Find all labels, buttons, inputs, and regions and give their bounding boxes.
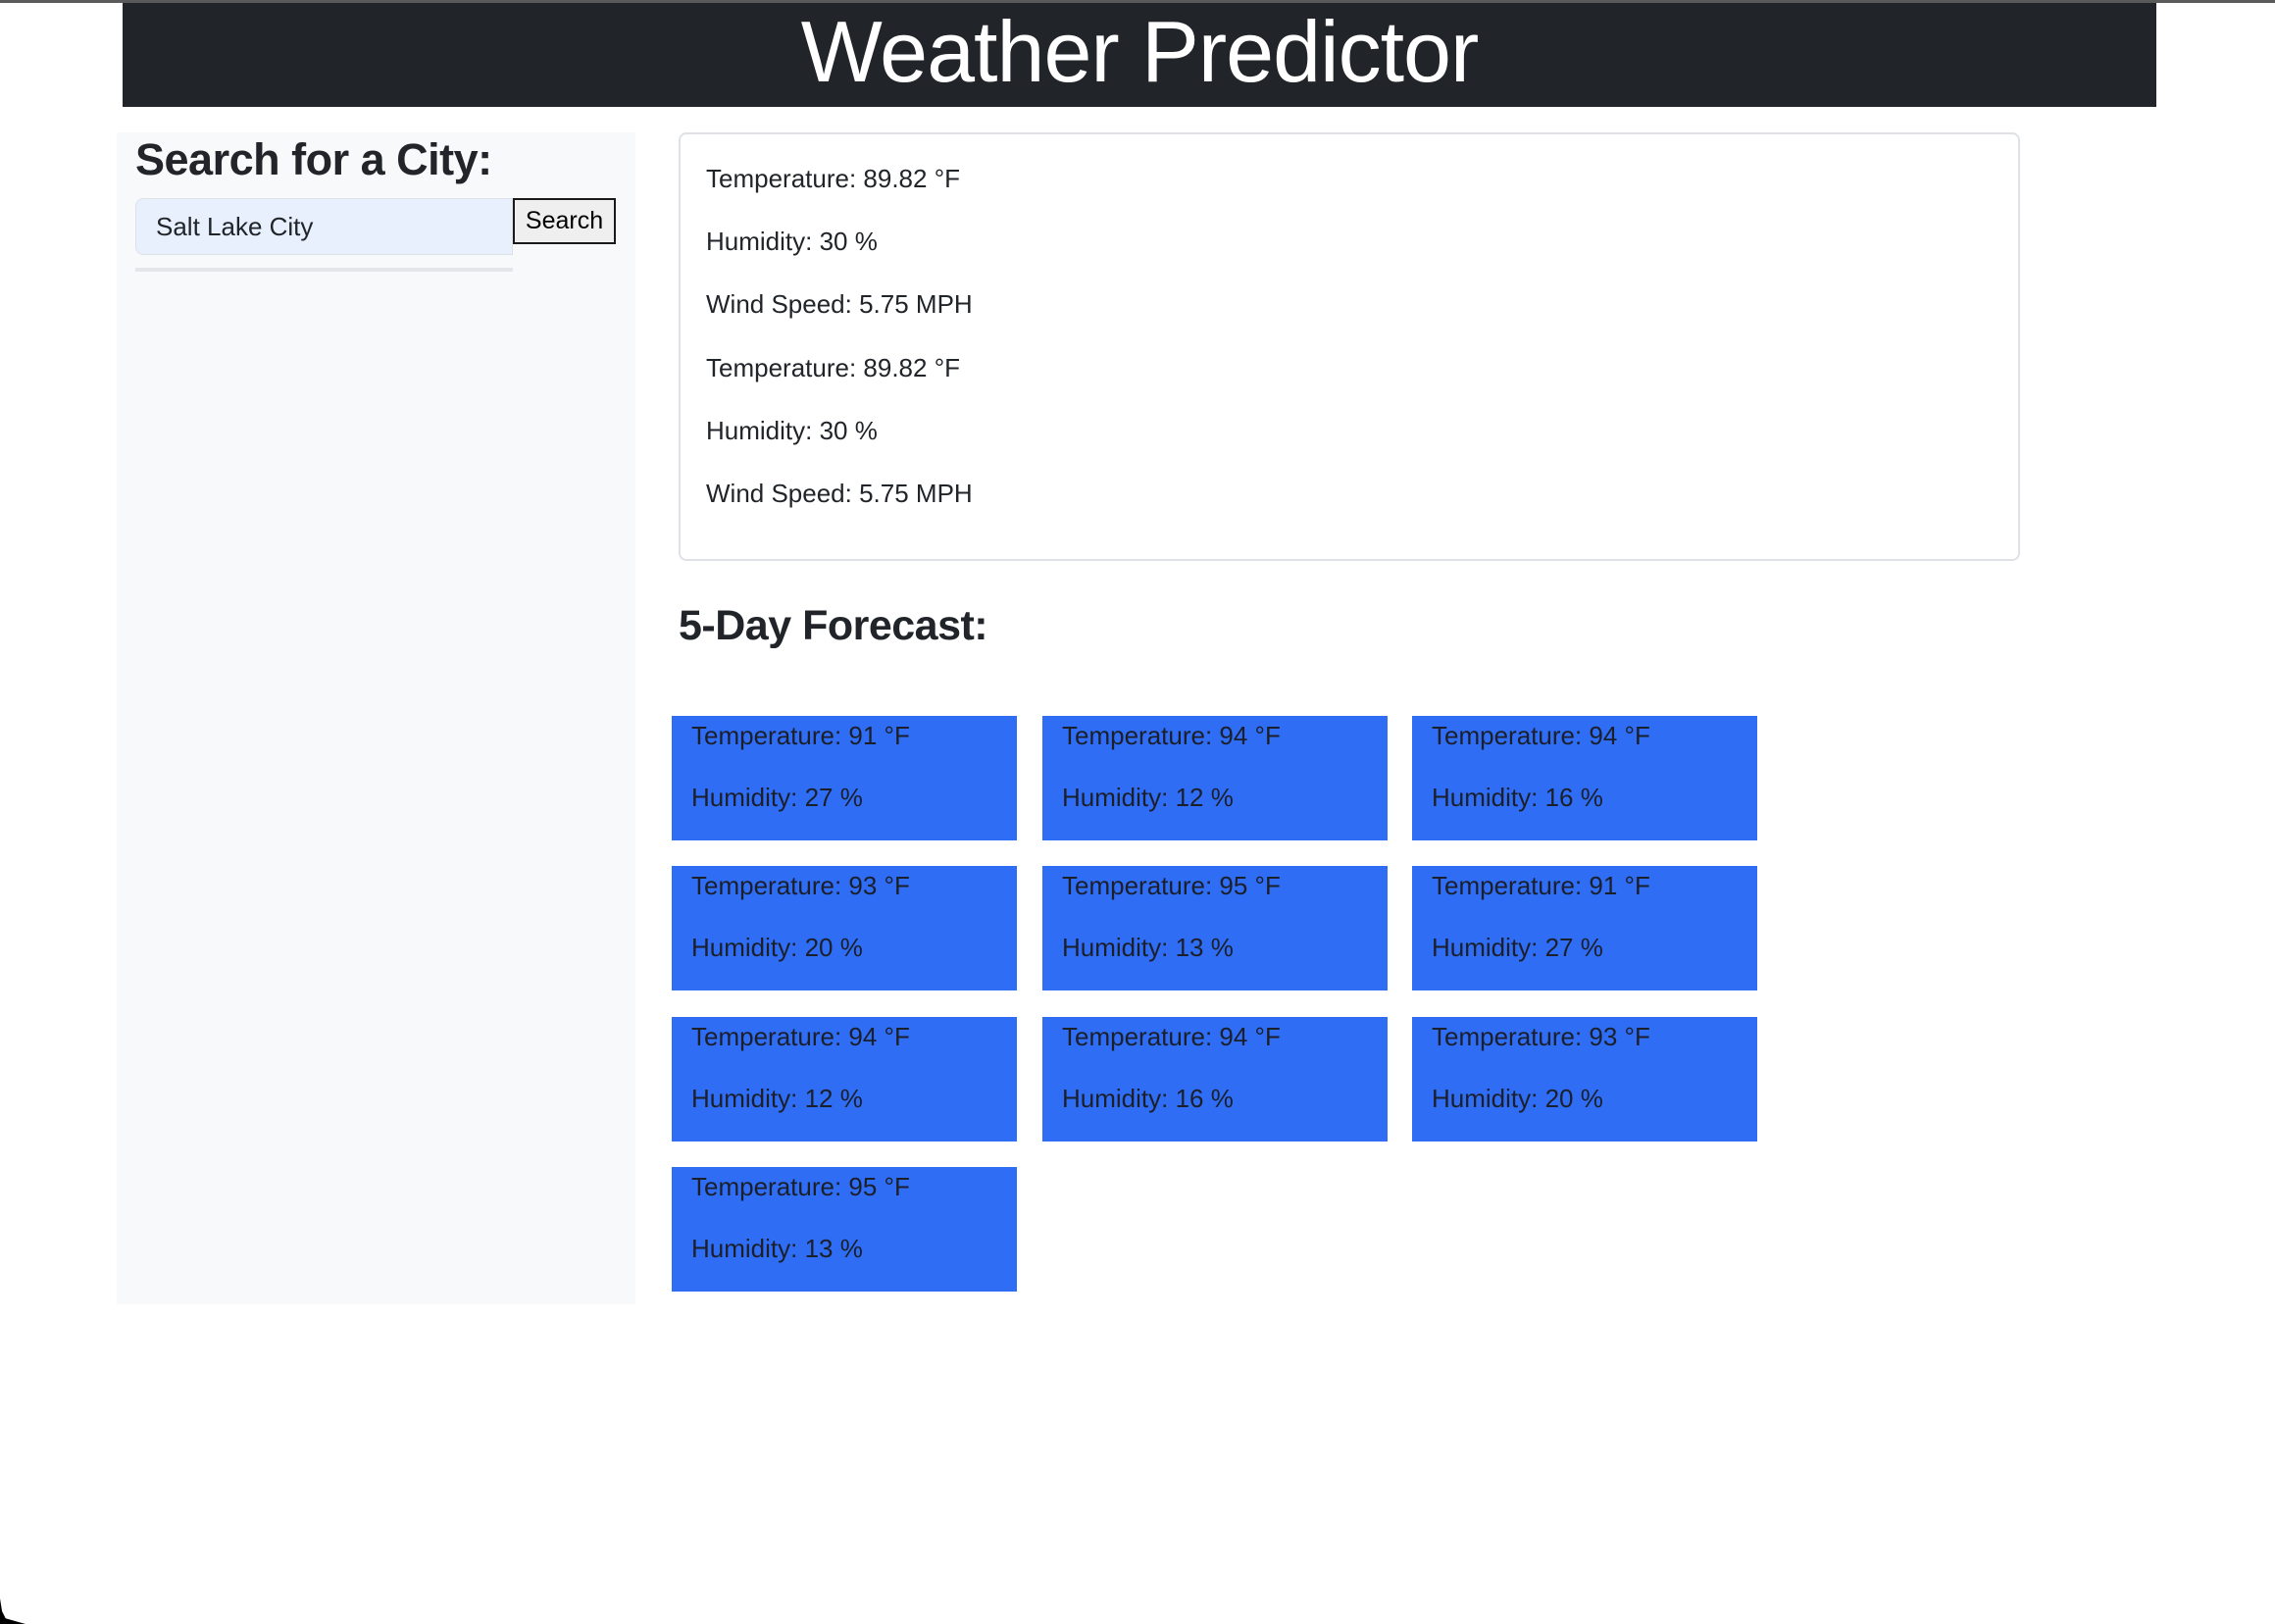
forecast-card: Temperature: 94 °F Humidity: 12 % (1042, 716, 1388, 840)
forecast-card: Temperature: 94 °F Humidity: 12 % (672, 1017, 1017, 1142)
forecast-temperature: Temperature: 95 °F (1062, 871, 1281, 900)
forecast-card: Temperature: 91 °F Humidity: 27 % (672, 716, 1017, 840)
forecast-card: Temperature: 91 °F Humidity: 27 % (1412, 866, 1757, 990)
forecast-temperature: Temperature: 94 °F (1062, 1022, 1281, 1051)
forecast-card: Temperature: 94 °F Humidity: 16 % (1042, 1017, 1388, 1142)
forecast-humidity: Humidity: 16 % (1432, 783, 1603, 812)
forecast-humidity: Humidity: 16 % (1062, 1084, 1234, 1113)
city-search-input[interactable] (135, 198, 513, 255)
page-header: Weather Predictor (123, 3, 2156, 107)
forecast-temperature: Temperature: 91 °F (691, 721, 910, 750)
search-sidebar: Search for a City: Search (117, 132, 635, 1304)
forecast-humidity: Humidity: 20 % (1432, 1084, 1603, 1113)
forecast-humidity: Humidity: 13 % (1062, 933, 1234, 962)
current-humidity: Humidity: 30 % (706, 227, 878, 256)
search-button[interactable]: Search (513, 198, 616, 244)
current-temperature: Temperature: 89.82 °F (706, 164, 960, 193)
page-title: Weather Predictor (800, 3, 1480, 100)
forecast-temperature: Temperature: 94 °F (691, 1022, 910, 1051)
forecast-humidity: Humidity: 27 % (1432, 933, 1603, 962)
forecast-humidity: Humidity: 20 % (691, 933, 863, 962)
forecast-card: Temperature: 95 °F Humidity: 13 % (1042, 866, 1388, 990)
forecast-card: Temperature: 95 °F Humidity: 13 % (672, 1167, 1017, 1292)
forecast-temperature: Temperature: 94 °F (1062, 721, 1281, 750)
forecast-card: Temperature: 93 °F Humidity: 20 % (672, 866, 1017, 990)
current-wind-speed: Wind Speed: 5.75 MPH (706, 479, 973, 508)
forecast-humidity: Humidity: 13 % (691, 1234, 863, 1263)
current-weather-card: Temperature: 89.82 °F Humidity: 30 % Win… (679, 132, 2020, 561)
forecast-temperature: Temperature: 91 °F (1432, 871, 1650, 900)
forecast-humidity: Humidity: 12 % (1062, 783, 1234, 812)
forecast-temperature: Temperature: 93 °F (1432, 1022, 1650, 1051)
forecast-heading: 5-Day Forecast: (679, 602, 988, 649)
search-history-divider (135, 268, 513, 272)
forecast-temperature: Temperature: 93 °F (691, 871, 910, 900)
current-temperature: Temperature: 89.82 °F (706, 353, 960, 382)
forecast-temperature: Temperature: 95 °F (691, 1172, 910, 1201)
window-corner (0, 1599, 25, 1624)
forecast-humidity: Humidity: 27 % (691, 783, 863, 812)
search-heading: Search for a City: (135, 134, 492, 184)
forecast-card: Temperature: 93 °F Humidity: 20 % (1412, 1017, 1757, 1142)
current-humidity: Humidity: 30 % (706, 416, 878, 445)
forecast-temperature: Temperature: 94 °F (1432, 721, 1650, 750)
forecast-humidity: Humidity: 12 % (691, 1084, 863, 1113)
current-wind-speed: Wind Speed: 5.75 MPH (706, 289, 973, 319)
forecast-card: Temperature: 94 °F Humidity: 16 % (1412, 716, 1757, 840)
